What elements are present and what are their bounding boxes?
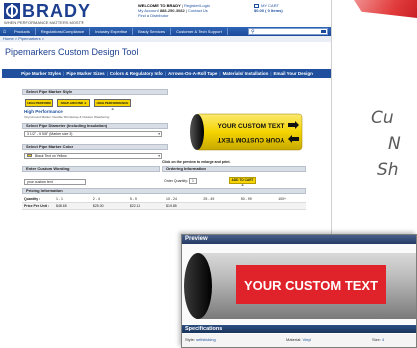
slide-text-line-1: Cu — [371, 108, 394, 128]
subnav-email[interactable]: Email Your Design — [272, 71, 315, 76]
slide-text-line-3: Sh — [377, 160, 399, 180]
subnav-arrows[interactable]: Arrows-On-A-Roll Tape — [166, 71, 219, 76]
custom-wording-input[interactable]: your custom text — [24, 179, 86, 185]
preview-titlebar: Preview — [182, 235, 416, 244]
diameter-select[interactable]: 3 1/2" - 5 5/8" (Marker size 3) ▾ — [24, 131, 162, 137]
subnav-materials[interactable]: Materials/ Installation — [221, 71, 271, 76]
search-go-button[interactable] — [321, 30, 326, 33]
site-header: BRADY WHEN PERFORMANCE MATTERS MOST® WEL… — [0, 0, 331, 27]
table-cell: $25.00 — [90, 202, 128, 210]
table-cell: $22.11 — [127, 202, 165, 210]
cart-widget[interactable]: MY CART $0.00 ( 0 Items) — [254, 3, 283, 13]
search-icon: ⚲ — [251, 29, 255, 35]
spec-value: Vinyl — [302, 337, 312, 342]
color-swatch — [27, 154, 32, 157]
contact-us-link[interactable]: Contact Us — [188, 8, 208, 13]
add-to-cart-button[interactable]: ADD TO CART ➔ — [229, 177, 256, 187]
subnav-colors[interactable]: Colors & Regulatory Info — [108, 71, 165, 76]
pipemarker-subnav: Pipe Marker Styles | Pipe Marker Sizes |… — [2, 69, 331, 78]
style-button-high-perform[interactable]: HIGH PERFORM — [25, 99, 53, 107]
diameter-value: 3 1/2" - 5 5/8" (Marker size 3) — [27, 132, 73, 136]
color-value: Black Text on Yellow — [34, 154, 67, 158]
wording-section-header: Enter Custom Wording — [22, 166, 160, 172]
pricing-section-header: Pricing Information — [22, 188, 306, 194]
nav-item-products[interactable]: Products — [9, 28, 36, 35]
logo-wordmark: BRADY — [22, 1, 92, 21]
price-label: Price Per Unit : — [22, 202, 54, 210]
pipe-marker-large-preview[interactable]: YOUR CUSTOM TEXT — [182, 247, 417, 327]
spec-size: Size: 4 — [372, 337, 384, 342]
brady-logo-icon — [4, 3, 20, 19]
spec-style: Style: selfsticking — [185, 337, 216, 342]
nav-item-support[interactable]: Customer & Tech Support — [171, 28, 228, 35]
subnav-sizes[interactable]: Pipe Marker Sizes — [64, 71, 106, 76]
spec-value: selfsticking — [196, 337, 216, 342]
main-nav: ⌂ Products Regulations/Compliance Indust… — [0, 27, 331, 36]
specs-row: Style: selfsticking Material: Vinyl Size… — [182, 334, 416, 347]
style-button-high-performance[interactable]: HIGH PERFORMANCE ➔ — [94, 99, 131, 111]
color-select[interactable]: Black Text on Yellow ▾ — [24, 153, 162, 159]
style-section-header: Select Pipe Marker Style — [22, 89, 168, 95]
chevron-down-icon: ▾ — [158, 154, 160, 158]
ordering-section-header: Ordering Information — [162, 166, 306, 172]
find-distributor-link[interactable]: Find a Distributor — [138, 13, 168, 18]
cart-total: $0.00 ( 0 Items) — [254, 8, 283, 13]
table-cell: $19.85 — [164, 202, 202, 210]
spec-value: 4 — [382, 337, 385, 342]
table-row: Price Per Unit : $48.65 $25.00 $22.11 $1… — [22, 202, 306, 210]
marker-text-bottom: YOUR CUSTOM TEXT — [217, 136, 284, 143]
search-input[interactable]: ⚲ — [248, 28, 328, 35]
diameter-section-header: Select Pipe Diameter (Including Insulati… — [22, 123, 168, 129]
specs-title: Specifications — [185, 326, 223, 332]
pricing-table: Quantity : 1 - 1 2 - 4 5 - 9 10 - 24 25 … — [22, 196, 306, 210]
table-cell: $48.65 — [54, 202, 91, 210]
nav-item-industry[interactable]: Industry Expertise — [90, 28, 134, 35]
order-quantity-label: Order Quantity: — [164, 179, 188, 183]
table-cell — [238, 202, 277, 210]
subnav-styles[interactable]: Pipe Marker Styles — [19, 71, 63, 76]
welcome-block: WELCOME TO BRADY | Register/Login My Acc… — [138, 3, 210, 18]
home-icon[interactable]: ⌂ — [0, 27, 9, 36]
preview-note: Click on the preview to enlarge and prin… — [162, 160, 231, 164]
spec-label: Material: — [286, 337, 302, 342]
logo-tagline: WHEN PERFORMANCE MATTERS MOST® — [4, 20, 84, 25]
table-cell — [276, 202, 306, 210]
brady-logo[interactable]: BRADY WHEN PERFORMANCE MATTERS MOST® — [4, 1, 90, 25]
breadcrumb[interactable]: Home > Pipemarkers > — [0, 36, 331, 42]
specs-titlebar: Specifications — [182, 325, 416, 333]
color-section-header: Select Pipe Marker Color — [22, 144, 168, 150]
chevron-down-icon: ▾ — [158, 132, 160, 136]
style-title: High Performance — [24, 109, 63, 114]
preview-body: YOUR CUSTOM TEXT — [182, 244, 417, 327]
style-description: Vinyl Around Marker. Flexible Shrinkwrap… — [24, 115, 110, 119]
spec-label: Size: — [372, 337, 381, 342]
spec-material: Material: Vinyl — [286, 337, 311, 342]
slide-banner — [354, 0, 417, 18]
preview-window: Preview YOUR CUSTOM TEXT Specifications — [181, 234, 417, 348]
table-cell — [201, 202, 239, 210]
preview-marker-text: YOUR CUSTOM TEXT — [244, 278, 378, 293]
preview-title: Preview — [185, 236, 208, 242]
style-button-snap-around[interactable]: SNAP-AROUND ➔ — [57, 99, 90, 107]
nav-item-services[interactable]: Brady Services — [133, 28, 172, 35]
slide-text-line-2: N — [388, 134, 401, 154]
pipe-marker-preview[interactable]: YOUR CUSTOM TEXT YOUR CUSTOM TEXT — [188, 112, 306, 152]
page-title: Pipemarkers Custom Design Tool — [5, 47, 139, 57]
nav-item-regulations[interactable]: Regulations/Compliance — [36, 28, 91, 35]
spec-label: Style: — [185, 337, 196, 342]
order-quantity-input[interactable]: 1 — [189, 178, 197, 184]
marker-text-top: YOUR CUSTOM TEXT — [217, 123, 284, 130]
